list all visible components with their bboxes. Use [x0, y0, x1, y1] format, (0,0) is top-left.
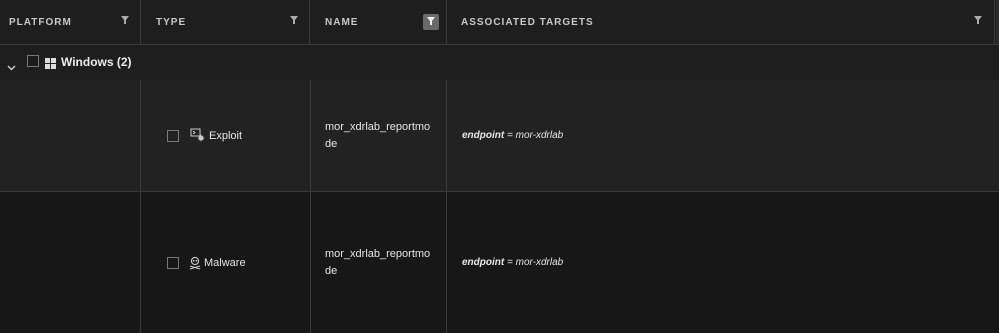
associated-target: endpoint = mor-xdrlab — [462, 257, 563, 268]
policy-name-line: mor_xdrlab_reportmo — [325, 248, 431, 260]
target-value: mor-xdrlab — [515, 130, 564, 141]
windows-icon — [45, 56, 56, 74]
policy-name-line: mor_xdrlab_reportmo — [325, 121, 431, 133]
malware-icon — [189, 256, 201, 275]
target-value: mor-xdrlab — [515, 257, 564, 268]
column-divider — [140, 80, 141, 191]
column-divider — [140, 192, 141, 333]
type-label: Malware — [204, 257, 246, 269]
column-divider — [446, 192, 447, 333]
filter-icon[interactable] — [974, 16, 986, 28]
chevron-down-icon[interactable] — [7, 58, 16, 76]
row-checkbox[interactable] — [167, 130, 179, 142]
column-header-platform[interactable]: PLATFORM — [0, 0, 141, 44]
target-operator: = — [504, 130, 516, 141]
row-checkbox[interactable] — [167, 257, 179, 269]
column-label: NAME — [325, 17, 359, 28]
filter-icon[interactable] — [121, 16, 133, 28]
column-header-name[interactable]: NAME — [310, 0, 447, 44]
type-label: Exploit — [209, 130, 243, 142]
column-label: TYPE — [156, 17, 187, 28]
column-header-type[interactable]: TYPE — [141, 0, 310, 44]
target-key: endpoint — [462, 257, 505, 268]
policy-name-line: de — [325, 138, 338, 150]
filter-active-icon[interactable] — [423, 14, 439, 30]
policy-name[interactable]: mor_xdrlab_reportmo de — [325, 246, 437, 280]
group-row[interactable] — [0, 45, 999, 80]
policy-table: PLATFORM TYPE NAME ASSOCIATED TARGETS Wi… — [0, 0, 999, 333]
table-row[interactable]: Malware mor_xdrlab_reportmo de endpoint … — [0, 192, 999, 333]
column-label: ASSOCIATED TARGETS — [461, 17, 594, 28]
target-operator: = — [504, 257, 516, 268]
table-row[interactable]: Exploit mor_xdrlab_reportmo de endpoint … — [0, 80, 999, 192]
associated-target: endpoint = mor-xdrlab — [462, 130, 563, 141]
column-divider — [310, 80, 311, 191]
column-header-associated-targets[interactable]: ASSOCIATED TARGETS — [447, 0, 995, 44]
policy-name[interactable]: mor_xdrlab_reportmo de — [325, 119, 437, 153]
target-key: endpoint — [462, 130, 505, 141]
filter-icon[interactable] — [290, 16, 302, 28]
column-divider — [446, 80, 447, 191]
policy-name-line: de — [325, 265, 338, 277]
column-label: PLATFORM — [9, 17, 72, 28]
table-header: PLATFORM TYPE NAME ASSOCIATED TARGETS — [0, 0, 999, 45]
column-divider — [310, 192, 311, 333]
group-label: Windows (2) — [61, 55, 132, 69]
exploit-icon — [190, 128, 205, 147]
group-checkbox[interactable] — [27, 55, 39, 67]
